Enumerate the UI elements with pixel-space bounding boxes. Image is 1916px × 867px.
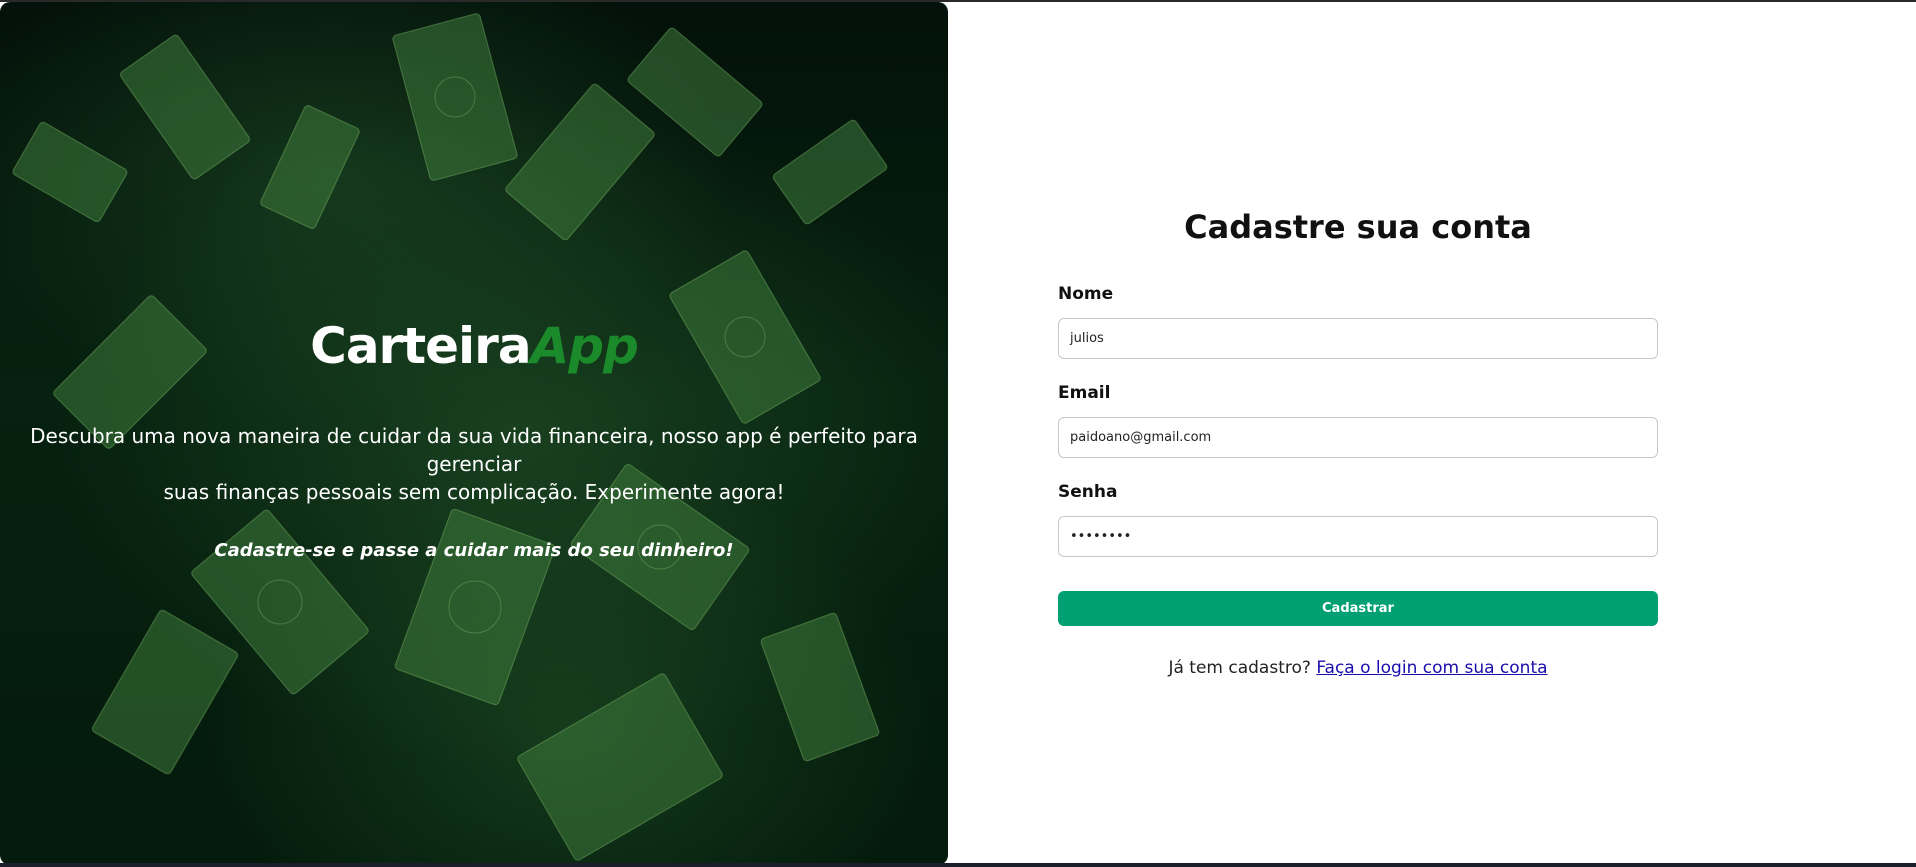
tagline-line-1: Descubra uma nova maneira de cuidar da s… — [30, 424, 918, 476]
hero-cta-text: Cadastre-se e passe a cuidar mais do seu… — [214, 540, 734, 561]
email-label: Email — [1058, 383, 1111, 403]
name-label: Nome — [1058, 284, 1114, 304]
form-title: Cadastre sua conta — [1184, 208, 1532, 246]
register-button[interactable]: Cadastrar — [1058, 591, 1658, 626]
app-logo-title: CarteiraApp — [0, 314, 948, 378]
tagline-line-2: suas finanças pessoais sem complicação. … — [163, 480, 785, 504]
brand-main-text: Carteira — [310, 317, 531, 375]
password-label: Senha — [1058, 482, 1118, 502]
brand-accent-text: App — [530, 317, 639, 375]
hero-tagline: Descubra uma nova maneira de cuidar da s… — [9, 422, 939, 506]
hero-content: CarteiraApp Descubra uma nova maneira de… — [0, 314, 948, 561]
password-field[interactable]: •••••••• — [1058, 516, 1658, 557]
login-link[interactable]: Faça o login com sua conta — [1316, 658, 1547, 678]
email-field[interactable]: paidoano@gmail.com — [1058, 417, 1658, 458]
login-prompt-row: Já tem cadastro? Faça o login com sua co… — [1058, 658, 1658, 678]
signup-form: Cadastre sua conta Nome julios Email pai… — [1058, 208, 1658, 678]
name-field[interactable]: julios — [1058, 318, 1658, 359]
hero-panel: CarteiraApp Descubra uma nova maneira de… — [0, 2, 948, 865]
login-prompt-text: Já tem cadastro? — [1168, 658, 1311, 678]
signup-page: CarteiraApp Descubra uma nova maneira de… — [0, 0, 1916, 867]
bottom-taskbar-edge — [0, 863, 1916, 867]
signup-form-panel: Cadastre sua conta Nome julios Email pai… — [948, 2, 1916, 865]
